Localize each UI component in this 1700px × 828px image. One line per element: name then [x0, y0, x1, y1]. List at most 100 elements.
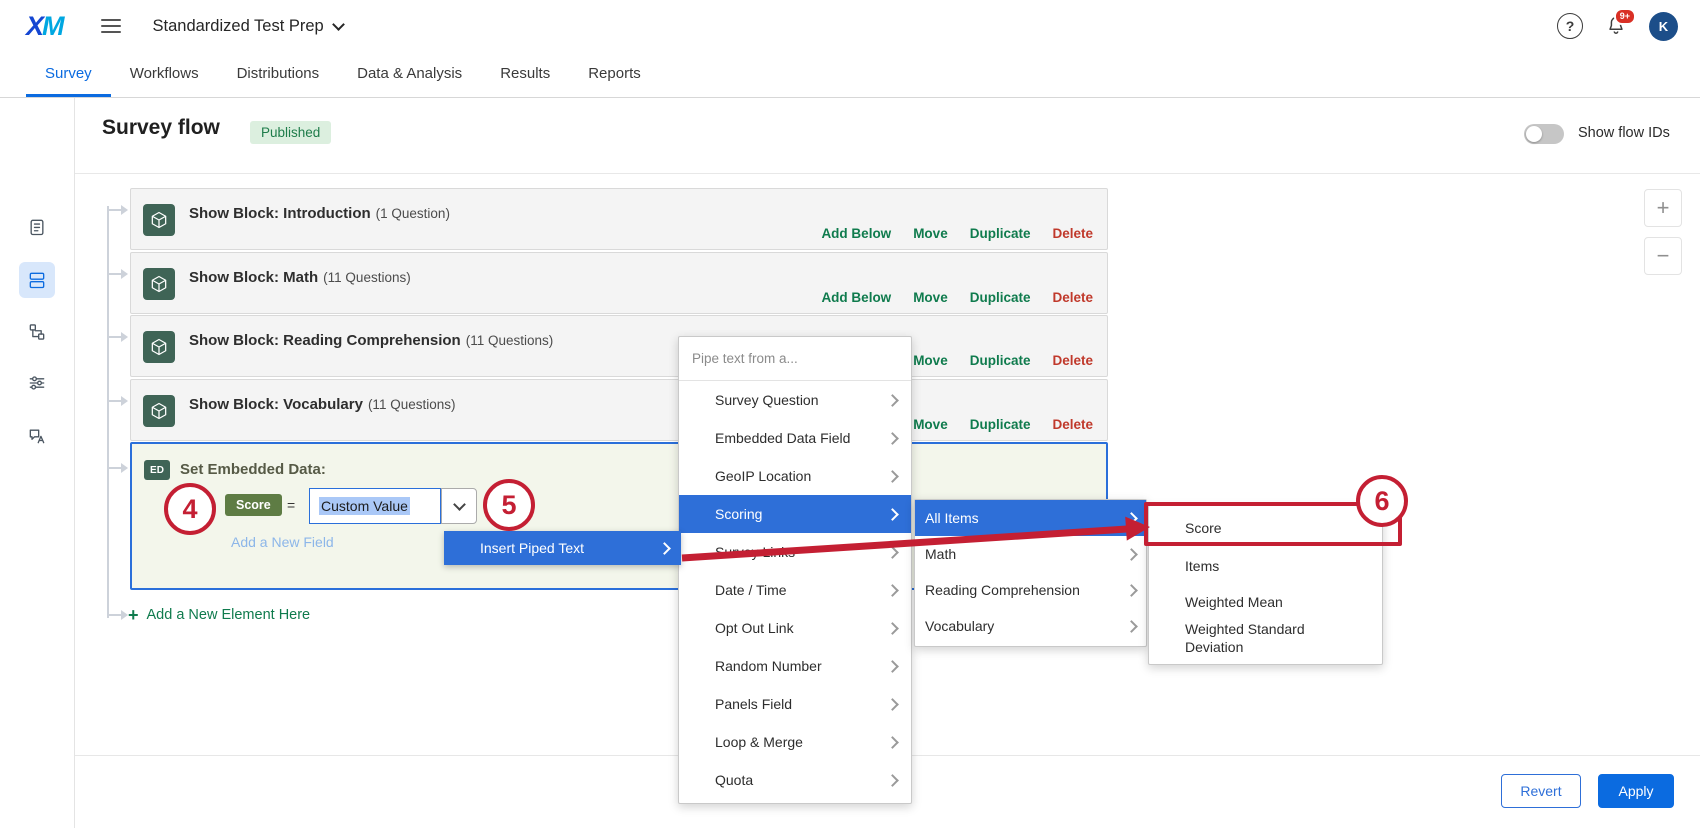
toggle-knob [1526, 126, 1542, 142]
minus-icon: − [1657, 243, 1670, 269]
annotation-number: 4 [182, 494, 197, 525]
chevron-right-icon [886, 508, 899, 521]
menu-item-scoring[interactable]: Scoring [679, 495, 911, 533]
flow-block-reading-comprehension[interactable]: Show Block: Reading Comprehension(11 Que… [130, 315, 1108, 377]
flow-connector-rail [107, 206, 109, 618]
help-button[interactable]: ? [1557, 13, 1583, 39]
menu-item-random-number[interactable]: Random Number [679, 647, 911, 685]
tab-label: Distributions [237, 65, 320, 82]
delete-link[interactable]: Delete [1052, 290, 1093, 305]
survey-flow-icon [27, 270, 47, 290]
embedded-data-title: Set Embedded Data: [180, 461, 326, 478]
zoom-out-button[interactable]: − [1644, 237, 1682, 275]
move-link[interactable]: Move [913, 417, 948, 432]
apply-button[interactable]: Apply [1598, 774, 1674, 808]
menu-item-label: Weighted Mean [1185, 593, 1283, 611]
field-name-pill[interactable]: Score [225, 494, 282, 516]
duplicate-link[interactable]: Duplicate [970, 226, 1031, 241]
project-picker[interactable]: Standardized Test Prep [153, 17, 343, 36]
flow-connector-arrowhead [121, 396, 128, 406]
flow-connector-arrowhead [121, 610, 128, 620]
value-dropdown-button[interactable] [441, 488, 477, 524]
submenu-item-weighted-standard-deviation[interactable]: Weighted Standard Deviation [1149, 620, 1382, 656]
menu-item-label: Date / Time [715, 582, 787, 598]
chevron-right-icon [886, 736, 899, 749]
notifications-button[interactable]: 9+ [1603, 13, 1629, 39]
add-new-field-link[interactable]: Add a New Field [231, 534, 334, 550]
sidebar-item-survey-builder[interactable] [19, 209, 55, 245]
sidebar-item-workflow[interactable] [19, 314, 55, 350]
delete-link[interactable]: Delete [1052, 353, 1093, 368]
menu-item-geoip-location[interactable]: GeoIP Location [679, 457, 911, 495]
tab-survey[interactable]: Survey [26, 52, 111, 97]
plus-icon: + [1657, 195, 1670, 221]
menu-item-loop-merge[interactable]: Loop & Merge [679, 723, 911, 761]
add-element-label: Add a New Element Here [147, 607, 311, 623]
submenu-item-items[interactable]: Items [1149, 548, 1382, 584]
submenu-item-weighted-mean[interactable]: Weighted Mean [1149, 584, 1382, 620]
submenu-item-reading-comprehension[interactable]: Reading Comprehension [915, 572, 1146, 608]
flow-block-introduction[interactable]: Show Block: Introduction(1 Question) Add… [130, 188, 1108, 250]
move-link[interactable]: Move [913, 353, 948, 368]
sidebar-item-survey-options[interactable] [19, 365, 55, 401]
menu-item-opt-out-link[interactable]: Opt Out Link [679, 609, 911, 647]
flow-connector [108, 614, 122, 616]
menu-item-label: Score [1185, 519, 1222, 537]
menu-item-date-time[interactable]: Date / Time [679, 571, 911, 609]
tab-workflows[interactable]: Workflows [111, 52, 218, 97]
show-flow-ids-label: Show flow IDs [1578, 125, 1670, 141]
embedded-data-icon: ED [144, 460, 170, 480]
custom-value-input[interactable]: Custom Value [309, 488, 441, 524]
chevron-right-icon [886, 432, 899, 445]
duplicate-link[interactable]: Duplicate [970, 417, 1031, 432]
move-link[interactable]: Move [913, 226, 948, 241]
menu-item-panels-field[interactable]: Panels Field [679, 685, 911, 723]
sidebar-item-translations[interactable] [19, 418, 55, 454]
duplicate-link[interactable]: Duplicate [970, 290, 1031, 305]
zoom-in-button[interactable]: + [1644, 189, 1682, 227]
xm-logo[interactable]: XM [26, 13, 63, 40]
chevron-right-icon [1125, 620, 1138, 633]
flow-block-math[interactable]: Show Block: Math(11 Questions) Add Below… [130, 252, 1108, 314]
delete-link[interactable]: Delete [1052, 226, 1093, 241]
avatar[interactable]: K [1649, 12, 1678, 41]
duplicate-link[interactable]: Duplicate [970, 353, 1031, 368]
delete-link[interactable]: Delete [1052, 417, 1093, 432]
tab-reports[interactable]: Reports [569, 52, 660, 97]
menu-item-quota[interactable]: Quota [679, 761, 911, 799]
tab-distributions[interactable]: Distributions [218, 52, 339, 97]
revert-button[interactable]: Revert [1501, 774, 1581, 808]
menu-item-survey-question[interactable]: Survey Question [679, 381, 911, 419]
chevron-right-icon [886, 660, 899, 673]
menu-item-label: Embedded Data Field [715, 430, 850, 446]
show-flow-ids-toggle[interactable] [1524, 124, 1564, 144]
menu-item-label: All Items [925, 510, 979, 526]
menu-item-label: Survey Question [715, 392, 819, 408]
piped-text-menu-header: Pipe text from a... [679, 337, 911, 381]
sidebar-item-survey-flow[interactable] [19, 262, 55, 298]
block-title: Show Block: Math(11 Questions) [189, 269, 411, 286]
block-cube-icon [143, 268, 175, 300]
tab-results[interactable]: Results [481, 52, 569, 97]
custom-value-text: Custom Value [319, 497, 410, 515]
menu-item-embedded-data-field[interactable]: Embedded Data Field [679, 419, 911, 457]
flow-connector [108, 273, 122, 275]
move-link[interactable]: Move [913, 290, 948, 305]
annotation-step-6: 6 [1356, 475, 1408, 527]
submenu-item-score[interactable]: Score [1149, 508, 1382, 548]
submenu-item-vocabulary[interactable]: Vocabulary [915, 608, 1146, 644]
add-new-element-link[interactable]: + Add a New Element Here [128, 606, 310, 624]
chevron-right-icon [886, 622, 899, 635]
flow-block-vocabulary[interactable]: Show Block: Vocabulary(11 Questions) Add… [130, 379, 1108, 441]
hamburger-menu-icon[interactable] [101, 19, 121, 33]
add-below-link[interactable]: Add Below [821, 290, 891, 305]
menu-item-label: Survey Links [715, 544, 795, 560]
submenu-item-all-items[interactable]: All Items [915, 500, 1146, 536]
menu-item-survey-links[interactable]: Survey Links [679, 533, 911, 571]
submenu-item-math[interactable]: Math [915, 536, 1146, 572]
insert-piped-text-button[interactable]: Insert Piped Text [444, 531, 681, 565]
tab-label: Workflows [130, 65, 199, 82]
tab-data-analysis[interactable]: Data & Analysis [338, 52, 481, 97]
add-below-link[interactable]: Add Below [821, 226, 891, 241]
block-question-count: (11 Questions) [368, 397, 456, 412]
